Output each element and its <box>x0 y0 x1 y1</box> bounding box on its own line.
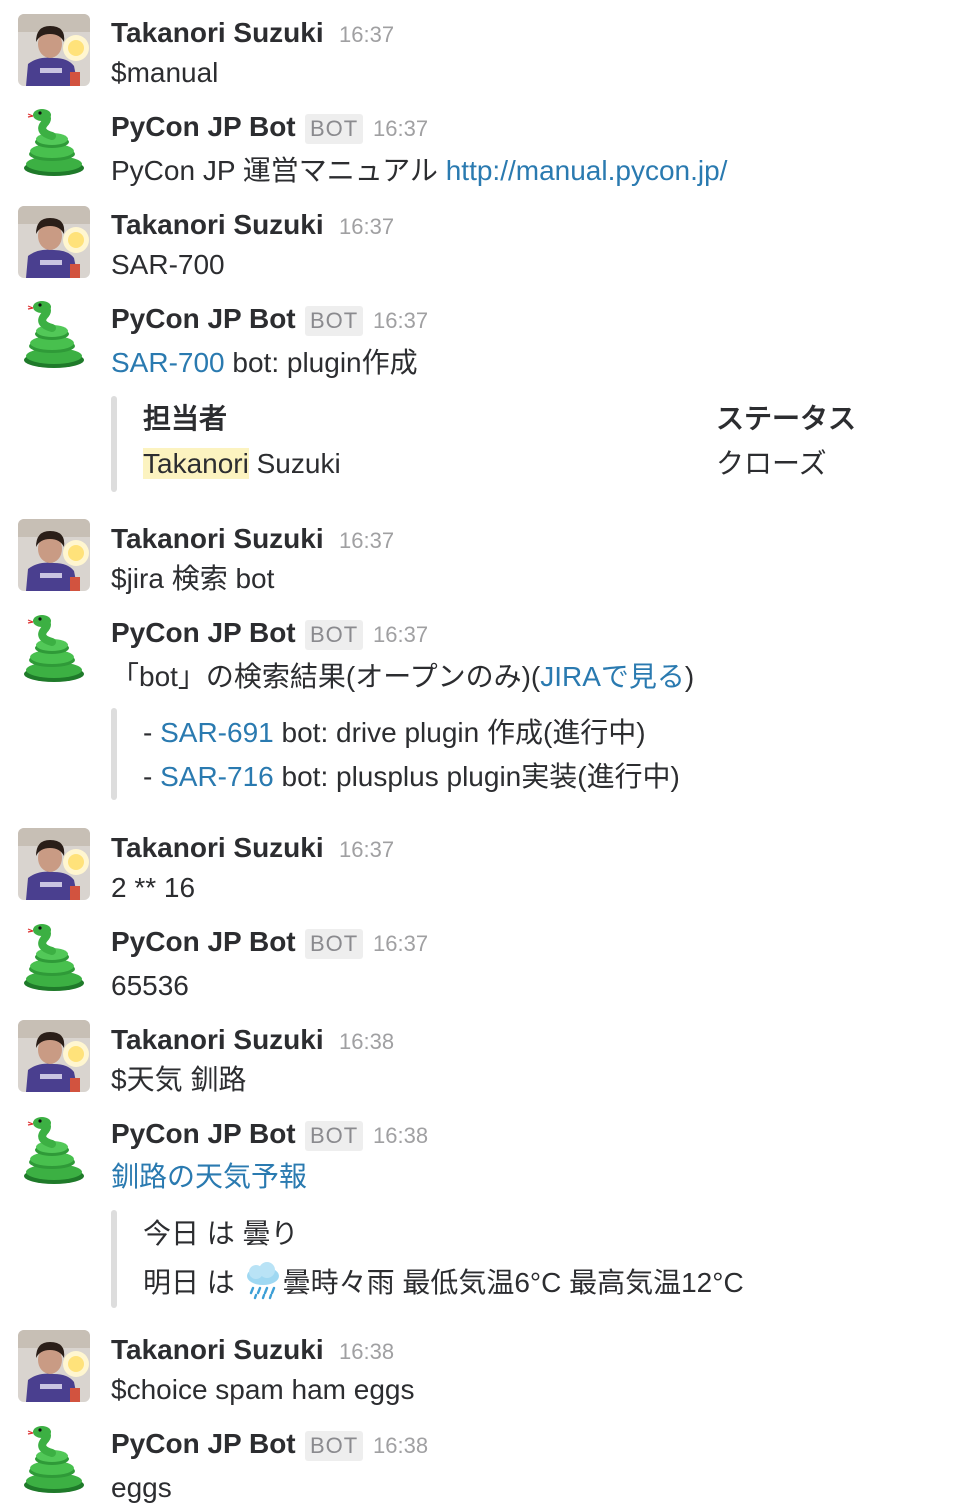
bot-badge: BOT <box>305 1121 364 1151</box>
sender-name[interactable]: PyCon JP Bot <box>111 110 296 144</box>
timestamp[interactable]: 16:38 <box>339 1025 394 1059</box>
user-avatar[interactable] <box>18 206 90 278</box>
bot-badge: BOT <box>305 929 364 959</box>
status-title: ステータス <box>716 403 857 434</box>
sender-name[interactable]: PyCon JP Bot <box>111 1427 296 1461</box>
message-text: eggs <box>111 1472 172 1503</box>
timestamp[interactable]: 16:38 <box>339 1335 394 1369</box>
assignee-value: Takanori Suzuki <box>143 446 341 482</box>
attachment-bar <box>111 396 117 492</box>
timestamp[interactable]: 16:37 <box>339 833 394 867</box>
text-suffix: bot: plugin作成 <box>224 347 418 378</box>
issue-link[interactable]: SAR-700 <box>111 347 225 378</box>
item-text: bot: drive plugin 作成(進行中) <box>273 717 646 748</box>
sender-name[interactable]: Takanori Suzuki <box>111 1023 324 1057</box>
timestamp[interactable]: 16:37 <box>373 112 428 146</box>
snake-emoji-avatar[interactable] <box>18 106 90 178</box>
sender-name[interactable]: Takanori Suzuki <box>111 831 324 865</box>
message-text: $choice spam ham eggs <box>111 1374 415 1405</box>
message-text: $jira 検索 bot <box>111 563 275 594</box>
text-prefix: PyCon JP 運営マニュアル <box>111 155 446 186</box>
text-suffix: ) <box>684 661 695 692</box>
sender-name[interactable]: Takanori Suzuki <box>111 1333 324 1367</box>
sender-name[interactable]: PyCon JP Bot <box>111 1117 296 1151</box>
snake-emoji-avatar[interactable] <box>18 921 90 993</box>
user-avatar[interactable] <box>18 1020 90 1092</box>
rain-cloud-icon <box>243 1260 283 1300</box>
bot-badge: BOT <box>305 620 364 650</box>
message-text: 65536 <box>111 970 189 1001</box>
attachment-bar <box>111 1210 117 1308</box>
list-item: - SAR-716 bot: plusplus plugin実装(進行中) <box>143 759 680 795</box>
snake-emoji-avatar[interactable] <box>18 1114 90 1186</box>
highlighted-name: Takanori <box>143 448 249 479</box>
snake-emoji-avatar[interactable] <box>18 612 90 684</box>
assignee-title: 担当者 <box>143 403 228 434</box>
timestamp[interactable]: 16:37 <box>339 524 394 558</box>
jira-link[interactable]: JIRAで見る <box>540 661 685 692</box>
list-item: - SAR-691 bot: drive plugin 作成(進行中) <box>143 715 646 751</box>
user-avatar[interactable] <box>18 14 90 86</box>
sender-name[interactable]: PyCon JP Bot <box>111 616 296 650</box>
sender-name[interactable]: PyCon JP Bot <box>111 925 296 959</box>
user-avatar[interactable] <box>18 828 90 900</box>
snake-emoji-avatar[interactable] <box>18 1423 90 1495</box>
timestamp[interactable]: 16:37 <box>339 210 394 244</box>
sender-name[interactable]: Takanori Suzuki <box>111 208 324 242</box>
dash: - <box>143 717 161 748</box>
status-value: クローズ <box>716 448 827 479</box>
bot-badge: BOT <box>305 114 364 144</box>
message-text: SAR-700 bot: plugin作成 <box>111 345 418 381</box>
user-avatar[interactable] <box>18 519 90 591</box>
text-prefix: 「bot」の検索結果(オープンのみ)( <box>111 661 541 692</box>
user-avatar[interactable] <box>18 1330 90 1402</box>
name-rest: Suzuki <box>248 448 341 479</box>
timestamp[interactable]: 16:38 <box>373 1119 428 1153</box>
message-text: $天気 釧路 <box>111 1064 247 1095</box>
timestamp[interactable]: 16:37 <box>373 618 428 652</box>
tomorrow-prefix: 明日 は <box>143 1267 243 1298</box>
issue-link[interactable]: SAR-691 <box>160 717 274 748</box>
weather-link[interactable]: 釧路の天気予報 <box>111 1161 307 1192</box>
message-text: PyCon JP 運営マニュアル http://manual.pycon.jp/ <box>111 153 727 189</box>
manual-link[interactable]: http://manual.pycon.jp/ <box>446 155 728 186</box>
timestamp[interactable]: 16:37 <box>373 927 428 961</box>
attachment-bar <box>111 708 117 800</box>
message-text: SAR-700 <box>111 249 225 280</box>
message-text: $manual <box>111 57 219 88</box>
sender-name[interactable]: PyCon JP Bot <box>111 302 296 336</box>
message-text: 「bot」の検索結果(オープンのみ)(JIRAで見る) <box>111 659 694 695</box>
item-text: bot: plusplus plugin実装(進行中) <box>273 761 680 792</box>
message-text: 2 ** 16 <box>111 872 196 903</box>
today-forecast: 今日 は 曇り <box>143 1218 299 1249</box>
sender-name[interactable]: Takanori Suzuki <box>111 522 324 556</box>
tomorrow-suffix: 曇時々雨 最低気温6°C 最高気温12°C <box>282 1267 744 1298</box>
timestamp[interactable]: 16:37 <box>339 18 394 52</box>
message-text: 釧路の天気予報 <box>111 1159 307 1195</box>
timestamp[interactable]: 16:37 <box>373 304 428 338</box>
sender-name[interactable]: Takanori Suzuki <box>111 16 324 50</box>
bot-badge: BOT <box>305 306 364 336</box>
timestamp[interactable]: 16:38 <box>373 1429 428 1463</box>
snake-emoji-avatar[interactable] <box>18 298 90 370</box>
issue-link[interactable]: SAR-716 <box>160 761 274 792</box>
tomorrow-forecast: 明日 は 曇時々雨 最低気温6°C 最高気温12°C <box>143 1260 744 1301</box>
bot-badge: BOT <box>305 1431 364 1461</box>
dash: - <box>143 761 161 792</box>
